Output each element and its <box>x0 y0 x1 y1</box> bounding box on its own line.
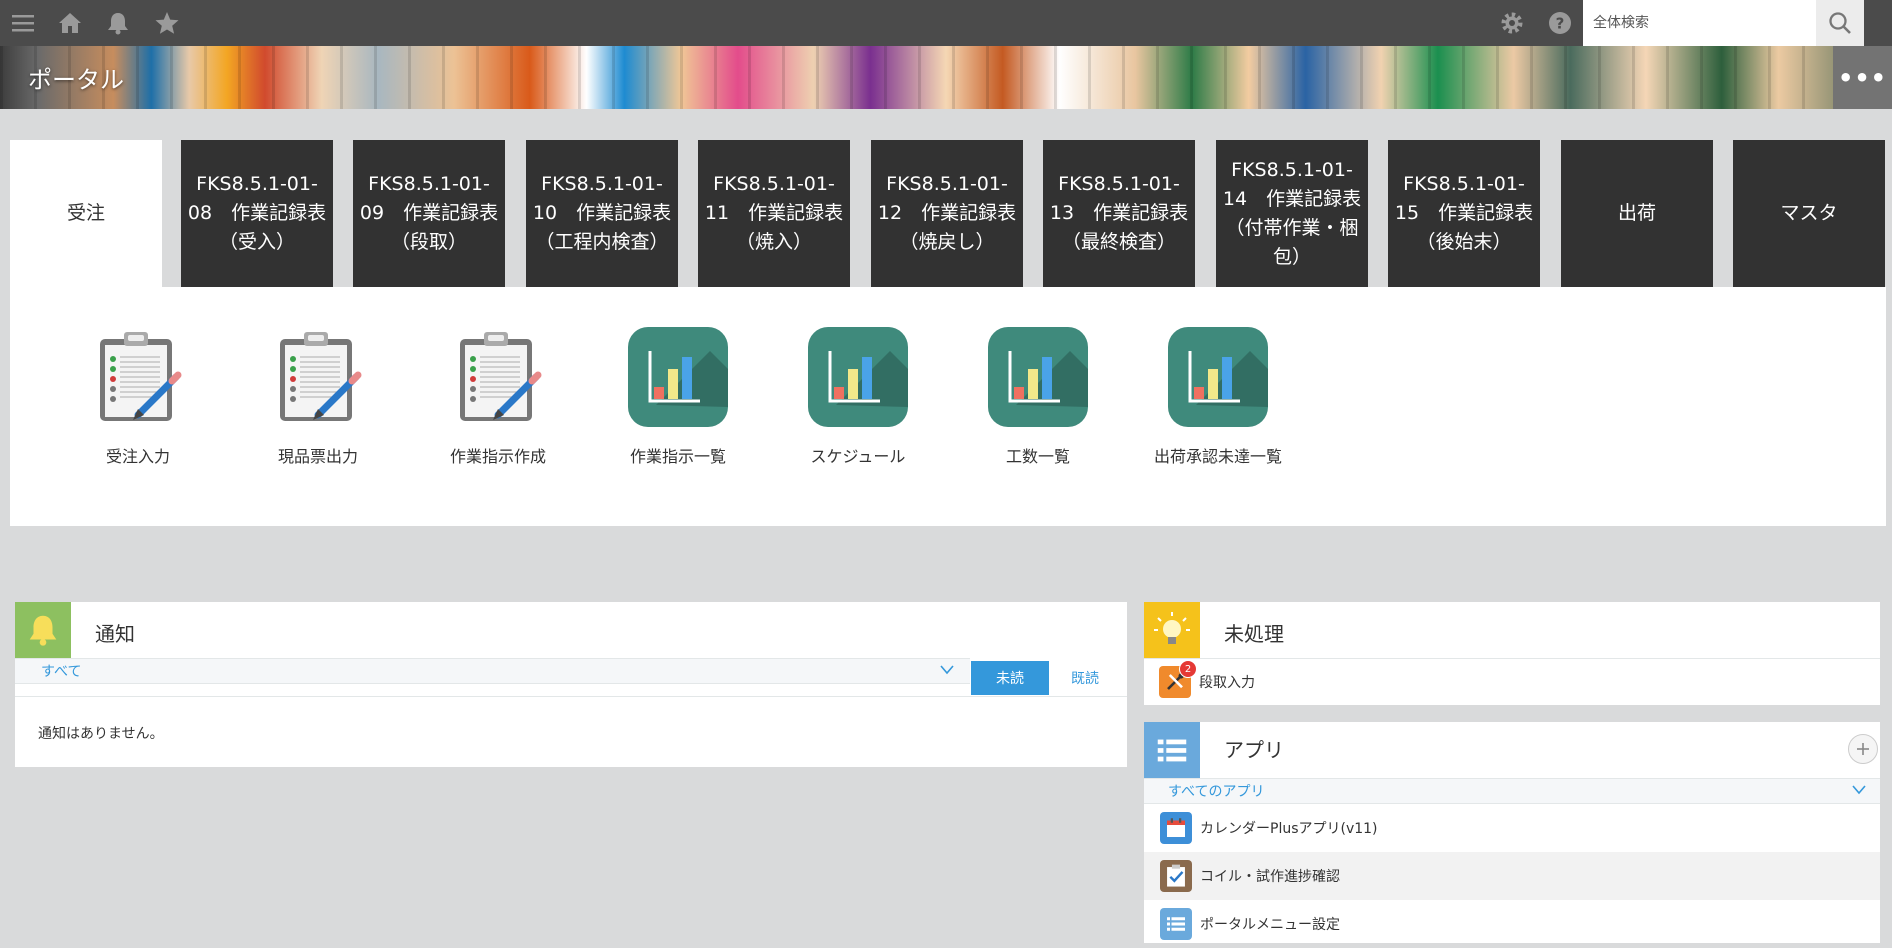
read-button[interactable]: 既読 <box>1071 668 1099 688</box>
pending-widget: 未処理 2 段取入力 <box>1144 602 1880 705</box>
tab-fks-09[interactable]: FKS8.5.1-01-09 作業記録表（段取） <box>353 140 505 287</box>
lightbulb-icon <box>1144 602 1200 658</box>
svg-text:?: ? <box>1556 15 1565 33</box>
more-options-button[interactable]: ••• <box>1833 46 1892 109</box>
app-label: 受注入力 <box>105 447 170 466</box>
top-bar: ? <box>0 0 1892 46</box>
notifications-title: 通知 <box>95 622 135 646</box>
notifications-widget: 通知 すべて 未読 既読 通知はありません。 <box>15 602 1127 767</box>
tools-icon: 2 <box>1159 660 1197 698</box>
search-icon <box>1829 12 1851 34</box>
help-icon[interactable]: ? <box>1545 8 1575 38</box>
divider <box>1144 658 1880 659</box>
chevron-down-icon <box>940 663 954 679</box>
tab-master[interactable]: マスタ <box>1733 140 1885 287</box>
search-button[interactable] <box>1816 0 1864 46</box>
calendar-icon <box>1160 812 1192 844</box>
bar-chart-icon <box>808 327 908 427</box>
bell-icon <box>15 602 71 658</box>
star-icon[interactable] <box>152 8 182 38</box>
app-label: 出荷承認未達一覧 <box>1153 447 1282 466</box>
bar-chart-icon <box>988 327 1088 427</box>
app-row-label: コイル・試作進捗確認 <box>1200 869 1340 885</box>
plus-icon <box>1857 743 1869 755</box>
app-row-coil-progress[interactable]: コイル・試作進捗確認 <box>1144 852 1880 900</box>
tab-fks-15[interactable]: FKS8.5.1-01-15 作業記録表（後始末） <box>1388 140 1540 287</box>
notification-filter-value: すべて <box>41 664 82 680</box>
app-row-label: ポータルメニュー設定 <box>1200 917 1340 933</box>
app-label: 現品票出力 <box>277 447 358 466</box>
bar-chart-icon <box>1168 327 1268 427</box>
tab-juchu[interactable]: 受注 <box>10 140 162 287</box>
app-kosu-list[interactable]: 工数一覧 <box>948 327 1128 467</box>
tab-content-panel: 受注入力 現品票出力 作業指示作成 作業指示一覧 スケジュール 工数一覧 出荷承… <box>10 287 1886 526</box>
pending-title: 未処理 <box>1224 622 1284 646</box>
app-sagyo-shiji-list[interactable]: 作業指示一覧 <box>588 327 768 467</box>
apps-widget: アプリ すべてのアプリ カレンダーPlusアプリ(v11) コイル・試作進捗確認… <box>1144 722 1880 943</box>
app-row-label: カレンダーPlusアプリ(v11) <box>1200 821 1378 837</box>
tab-fks-08[interactable]: FKS8.5.1-01-08 作業記録表（受入） <box>181 140 333 287</box>
app-row-calendar[interactable]: カレンダーPlusアプリ(v11) <box>1144 804 1880 852</box>
pending-count-badge: 2 <box>1179 660 1197 678</box>
app-shukka-shonin-list[interactable]: 出荷承認未達一覧 <box>1128 327 1308 467</box>
tab-fks-11[interactable]: FKS8.5.1-01-11 作業記録表（焼入） <box>698 140 850 287</box>
tab-fks-13[interactable]: FKS8.5.1-01-13 作業記録表（最終検査） <box>1043 140 1195 287</box>
app-label: 作業指示一覧 <box>629 447 726 466</box>
apps-title: アプリ <box>1224 738 1284 762</box>
app-juchu-input[interactable]: 受注入力 <box>48 327 228 467</box>
clipboard-icon <box>460 332 542 421</box>
app-label: 作業指示作成 <box>449 447 546 466</box>
apps-filter-value: すべてのアプリ <box>1168 784 1265 800</box>
list-icon <box>1160 908 1192 940</box>
tab-fks-10[interactable]: FKS8.5.1-01-10 作業記録表（工程内検査） <box>526 140 678 287</box>
home-icon[interactable] <box>55 8 85 38</box>
clipboard-icon <box>100 332 182 421</box>
list-icon <box>1144 722 1200 778</box>
divider <box>15 696 1127 697</box>
app-label: 工数一覧 <box>1005 447 1070 466</box>
app-row-portal-menu[interactable]: ポータルメニュー設定 <box>1144 900 1880 948</box>
bar-chart-icon <box>628 327 728 427</box>
banner-title: ポータル <box>28 66 124 94</box>
notifications-empty-message: 通知はありません。 <box>38 726 164 742</box>
pending-item-dandori[interactable]: 2 段取入力 <box>1144 660 1880 704</box>
app-genpinhyo-output[interactable]: 現品票出力 <box>228 327 408 467</box>
chevron-down-icon <box>1852 783 1866 799</box>
tab-fks-12[interactable]: FKS8.5.1-01-12 作業記録表（焼戻し） <box>871 140 1023 287</box>
bell-icon[interactable] <box>103 8 133 38</box>
apps-filter[interactable]: すべてのアプリ <box>1144 778 1880 804</box>
clipboard-icon <box>280 332 362 421</box>
app-schedule[interactable]: スケジュール <box>768 327 948 467</box>
app-sagyo-shiji-create[interactable]: 作業指示作成 <box>408 327 588 467</box>
tab-shukka[interactable]: 出荷 <box>1561 140 1713 287</box>
tab-fks-14[interactable]: FKS8.5.1-01-14 作業記録表（付帯作業・梱包） <box>1216 140 1368 287</box>
menu-icon[interactable] <box>8 8 38 38</box>
checklist-icon <box>1160 860 1192 892</box>
app-label: スケジュール <box>810 447 906 466</box>
pending-item-label: 段取入力 <box>1199 675 1255 691</box>
portal-banner: ポータル ••• <box>0 46 1892 109</box>
add-app-button[interactable] <box>1848 734 1878 764</box>
unread-button[interactable]: 未読 <box>971 661 1049 695</box>
search-input[interactable] <box>1583 0 1818 46</box>
notification-filter[interactable]: すべて <box>15 658 970 684</box>
gear-icon[interactable] <box>1497 8 1527 38</box>
